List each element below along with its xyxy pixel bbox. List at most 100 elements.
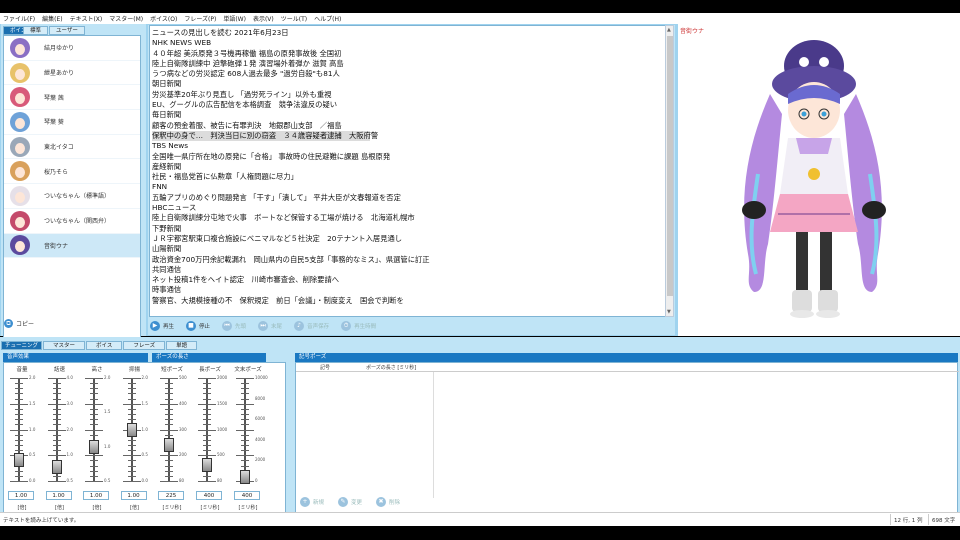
text-line: 全国唯一県庁所在地の原発に「合格」 事故時の住民避難に課題 島根原発 bbox=[152, 151, 391, 161]
slider-knob[interactable] bbox=[126, 422, 137, 437]
menu-item[interactable]: 編集(E) bbox=[42, 14, 62, 23]
avatar bbox=[10, 185, 30, 206]
button-label: 再生 bbox=[163, 324, 175, 330]
text-line: HBCニュース bbox=[152, 203, 197, 213]
slider-tick bbox=[203, 398, 211, 400]
tab-word[interactable]: 単語 bbox=[166, 341, 198, 350]
slider-knob[interactable] bbox=[164, 437, 174, 452]
scroll-down-icon[interactable]: ▼ bbox=[667, 309, 671, 315]
slider-value-field[interactable]: 225 bbox=[158, 491, 184, 500]
slider-label: 話速 bbox=[53, 367, 65, 373]
volume-slider: 音量 2.0 1.5 1.0 0.5 0.0 1.00 [倍] bbox=[4, 363, 40, 514]
tick-label: 300 bbox=[179, 426, 187, 432]
menu-item[interactable]: テキスト(X) bbox=[70, 14, 103, 23]
voice-list-item[interactable]: 結月ゆかり bbox=[4, 36, 140, 61]
slider-tick bbox=[198, 481, 216, 482]
tab-phrase[interactable]: フレーズ bbox=[123, 341, 166, 350]
symbol-pause-title: 記号ポーズ bbox=[295, 353, 958, 362]
slider-knob[interactable] bbox=[202, 457, 212, 472]
slider-label: 文末ポーズ bbox=[234, 367, 262, 373]
slider-tick bbox=[203, 475, 211, 477]
slider-tick bbox=[236, 403, 254, 405]
menu-item[interactable]: ツール(T) bbox=[281, 14, 307, 23]
tab-master[interactable]: マスター bbox=[43, 341, 86, 350]
text-line: 警察官、大規模接種の不 保釈規定 前日「会議」・制度変え 国会で判断を bbox=[152, 295, 404, 305]
text-line: ４０年超 美浜原発３号機再稼働 福島の原発事故後 全国初 bbox=[152, 48, 342, 58]
voice-name: ついなちゃん（関西弁） bbox=[44, 218, 111, 226]
button-label: 先頭 bbox=[235, 324, 247, 330]
play-button[interactable]: ▶ 再生 bbox=[150, 321, 174, 331]
speed-slider: 話速 4.0 3.0 2.0 1.0 0.5 1.00 [倍] bbox=[42, 363, 78, 514]
menu-item[interactable]: マスター(M) bbox=[109, 14, 143, 23]
text-editor[interactable]: ニュースの見出しを読む 2021年6月23日 NHK NEWS WEB ４０年超 美… bbox=[149, 25, 666, 317]
slider-tick bbox=[85, 429, 103, 431]
slider-label: 高さ bbox=[91, 367, 103, 373]
voice-list-item[interactable]: 東北イタコ bbox=[4, 135, 140, 160]
copy-button[interactable]: ⧉ コピー bbox=[4, 319, 34, 328]
tick-label: 200 bbox=[179, 452, 187, 458]
voice-list-item[interactable]: ついなちゃん（標準語） bbox=[4, 184, 140, 209]
voice-name: 琴葉 茜 bbox=[44, 94, 64, 102]
tab-voice[interactable]: ボイス bbox=[86, 341, 123, 350]
menu-item[interactable]: フレーズ(P) bbox=[184, 14, 216, 23]
scroll-up-icon[interactable]: ▲ bbox=[667, 27, 671, 33]
voice-list-item[interactable]: 紲星あかり bbox=[4, 61, 140, 86]
tick-label: 3.0 bbox=[66, 400, 73, 406]
slider-tick bbox=[122, 455, 141, 457]
slider-value-field[interactable]: 1.00 bbox=[45, 491, 72, 500]
time-button[interactable]: ⏱ 再生時間 bbox=[341, 321, 376, 331]
edit-button[interactable]: ✎ 変更 bbox=[338, 497, 362, 507]
character-name: 音街ウナ bbox=[680, 28, 705, 35]
voice-list-item[interactable]: 音街ウナ bbox=[4, 233, 140, 259]
voice-name: 結月ゆかり bbox=[44, 45, 75, 53]
text-line: 毎日新聞 bbox=[152, 110, 182, 120]
slider-label: 音量 bbox=[16, 367, 28, 373]
avatar bbox=[10, 111, 30, 132]
text-line: 朝日新聞 bbox=[152, 79, 182, 89]
slider-knob[interactable] bbox=[51, 460, 62, 475]
menu-item[interactable]: 単語(W) bbox=[223, 14, 246, 23]
slider-tick bbox=[15, 419, 23, 421]
tab-user[interactable]: ユーザー bbox=[49, 26, 85, 35]
slider-knob[interactable] bbox=[14, 453, 24, 468]
slider-value-field[interactable]: 400 bbox=[234, 491, 260, 500]
editor-scrollbar[interactable]: ▲ ▼ bbox=[665, 25, 674, 317]
header-symbol: 記号 bbox=[320, 365, 331, 371]
menu-item[interactable]: 表示(V) bbox=[253, 14, 274, 23]
tuning-section-tab[interactable]: チューニング bbox=[1, 341, 43, 350]
stop-button[interactable]: ■ 停止 bbox=[186, 321, 210, 331]
save-audio-icon: ♪ bbox=[294, 321, 305, 331]
save-audio-button[interactable]: ♪ 音声保存 bbox=[294, 321, 329, 331]
last-button[interactable]: ⏭ 末尾 bbox=[258, 321, 282, 331]
voice-list-item[interactable]: ついなちゃん（関西弁） bbox=[4, 209, 140, 234]
status-message: テキストを読み上げています。 bbox=[3, 518, 80, 524]
slider-tick bbox=[203, 434, 211, 436]
symbol-table-body[interactable] bbox=[296, 372, 434, 498]
slider-tick bbox=[15, 424, 23, 426]
slider-value-field[interactable]: 400 bbox=[196, 491, 222, 500]
slider-tick bbox=[52, 439, 61, 441]
tab-standard[interactable]: 標準 bbox=[23, 26, 49, 35]
text-line: 時事通信 bbox=[152, 285, 182, 295]
first-button[interactable]: ⏮ 先頭 bbox=[222, 321, 246, 331]
slider-tick bbox=[15, 393, 23, 395]
slider-tick bbox=[47, 429, 66, 431]
slider-value-field[interactable]: 1.00 bbox=[120, 491, 147, 500]
slider-knob[interactable] bbox=[89, 439, 99, 454]
menu-item[interactable]: ボイス(O) bbox=[150, 14, 177, 23]
voice-list-item[interactable]: 琴葉 葵 bbox=[4, 110, 140, 135]
menu-item[interactable]: ヘルプ(H) bbox=[314, 14, 341, 23]
voice-list-item[interactable]: 桜乃そら bbox=[4, 159, 140, 185]
voice-list-item[interactable]: 琴葉 茜 bbox=[4, 85, 140, 111]
new-button[interactable]: + 新規 bbox=[300, 497, 324, 507]
delete-button[interactable]: ✖ 削除 bbox=[376, 497, 400, 507]
slider-value-field[interactable]: 1.00 bbox=[83, 491, 109, 500]
slider-value-field[interactable]: 1.00 bbox=[8, 491, 34, 500]
slider-tick bbox=[127, 388, 136, 390]
menu-item[interactable]: ファイル(F) bbox=[3, 14, 35, 23]
slider-tick bbox=[241, 444, 249, 446]
slider-knob[interactable] bbox=[240, 469, 250, 484]
tick-label: 2.0 bbox=[141, 375, 148, 380]
scroll-thumb[interactable] bbox=[667, 36, 673, 296]
tick-label: 1.0 bbox=[66, 452, 73, 458]
